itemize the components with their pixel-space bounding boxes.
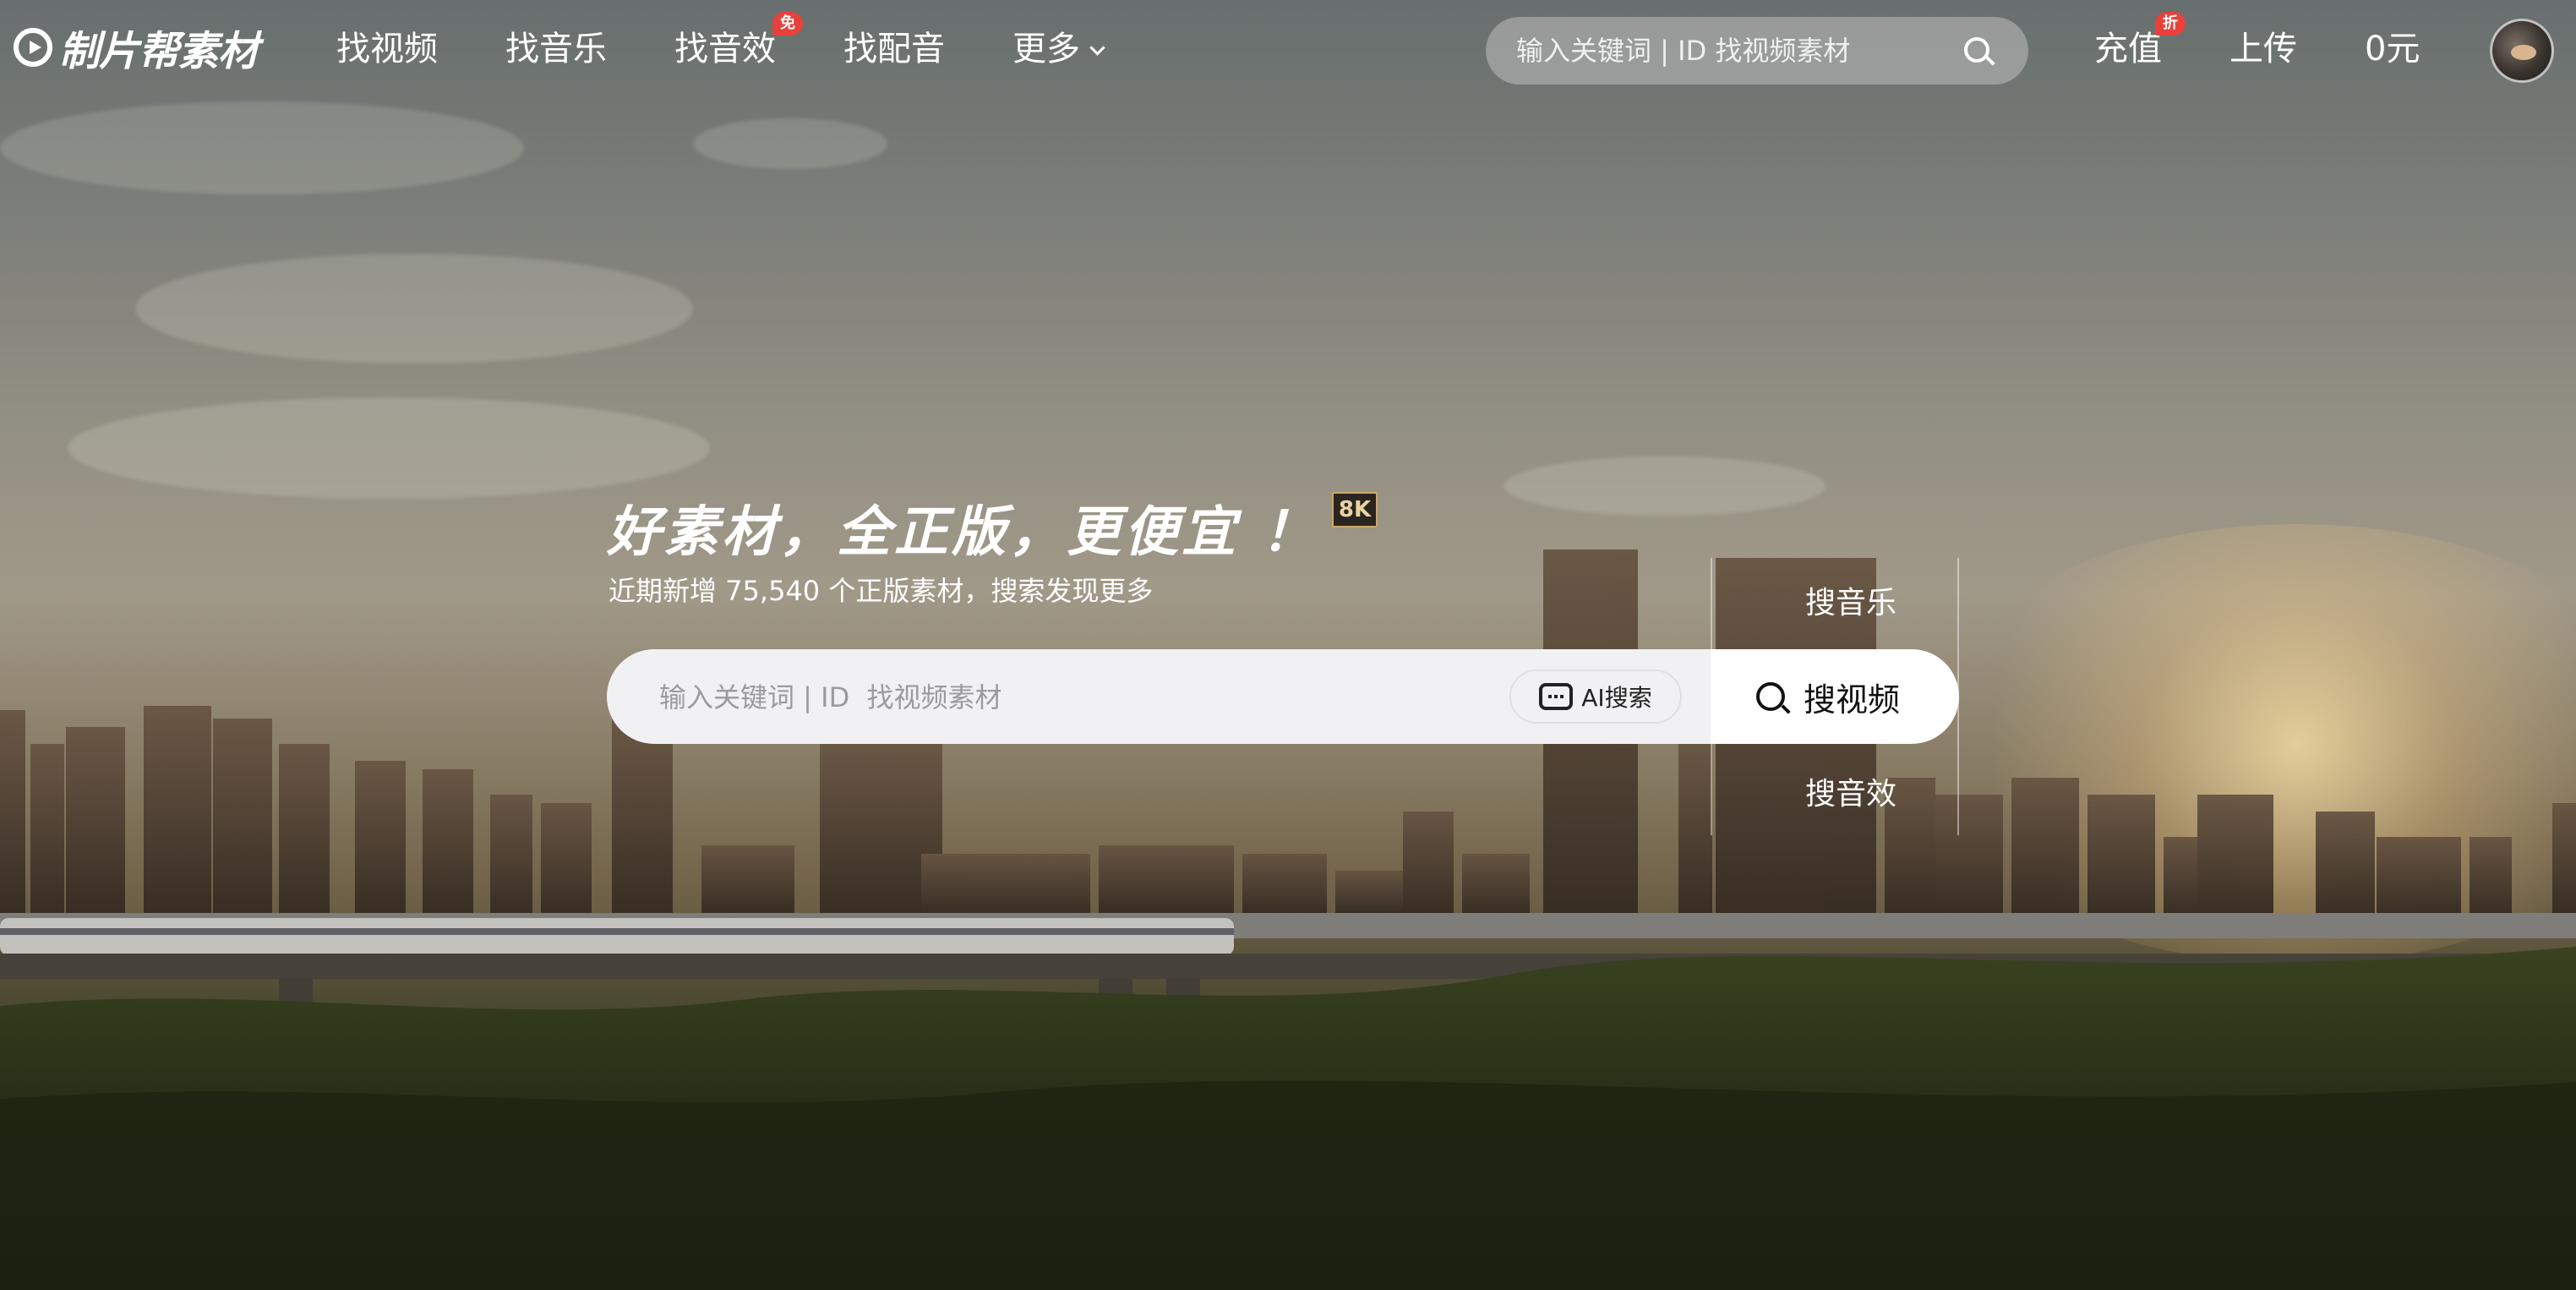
discount-badge: 折 (2155, 12, 2186, 36)
nav-find-voiceover-label: 找配音 (843, 30, 945, 68)
hero-overlay (0, 0, 2576, 1290)
upload-link[interactable]: 上传 (2229, 24, 2297, 74)
search-video-button[interactable]: 搜视频 (1711, 649, 1959, 744)
nav-find-music-label: 找音乐 (505, 30, 607, 68)
search-video-label: 搜视频 (1804, 681, 1901, 719)
nav-find-music[interactable]: 找音乐 (505, 24, 607, 74)
search-icon[interactable] (1964, 37, 1989, 63)
nav-more-label: 更多 (1012, 30, 1080, 68)
search-icon (1756, 682, 1785, 711)
hero-background (0, 0, 2576, 1290)
logo-text: 制片帮素材 (59, 28, 259, 75)
resolution-badge: 8K (1332, 492, 1378, 527)
nav-find-voiceover[interactable]: 找配音 (843, 24, 945, 74)
ai-chat-icon (1539, 683, 1574, 710)
site-logo[interactable]: 制片帮素材 (14, 22, 259, 75)
ai-search-label: AI搜索 (1581, 684, 1652, 712)
hero-subline: 近期新增 75,540 个正版素材，搜索发现更多 (609, 575, 1154, 607)
avatar[interactable] (2490, 19, 2554, 83)
hero-headline: 好素材，全正版，更便宜 ！ (607, 501, 1319, 564)
main-search-bar: AI搜索 (607, 649, 1711, 744)
balance-label: 0元 (2365, 30, 2420, 68)
search-type-sfx[interactable]: 搜音效 (1805, 769, 1897, 813)
free-badge: 免 (772, 12, 803, 36)
nav-find-sfx[interactable]: 找音效 免 (674, 12, 803, 74)
account-links: 充值 折 上传 0元 (2094, 12, 2487, 74)
header-search-bar (1486, 17, 2028, 85)
search-type-music[interactable]: 搜音乐 (1805, 578, 1897, 622)
nav-find-video[interactable]: 找视频 (336, 24, 438, 74)
top-navigation: 制片帮素材 找视频 找音乐 找音效 免 找配音 更多 充值 折 上传 (0, 0, 2576, 101)
recharge-link[interactable]: 充值 折 (2094, 12, 2186, 74)
upload-label: 上传 (2229, 30, 2297, 68)
nav-more-dropdown[interactable]: 更多 (1012, 24, 1105, 74)
chevron-down-icon (1089, 40, 1105, 56)
balance-link[interactable]: 0元 (2365, 24, 2420, 74)
recharge-label: 充值 (2094, 30, 2162, 68)
nav-find-sfx-label: 找音效 (674, 30, 776, 68)
main-search-input[interactable] (658, 673, 1506, 722)
main-nav-links: 找视频 找音乐 找音效 免 找配音 更多 (336, 12, 1171, 74)
nav-find-video-label: 找视频 (336, 30, 438, 68)
play-logo-icon (14, 28, 52, 67)
ai-search-button[interactable]: AI搜索 (1509, 670, 1682, 724)
header-search-input[interactable] (1514, 34, 1957, 68)
